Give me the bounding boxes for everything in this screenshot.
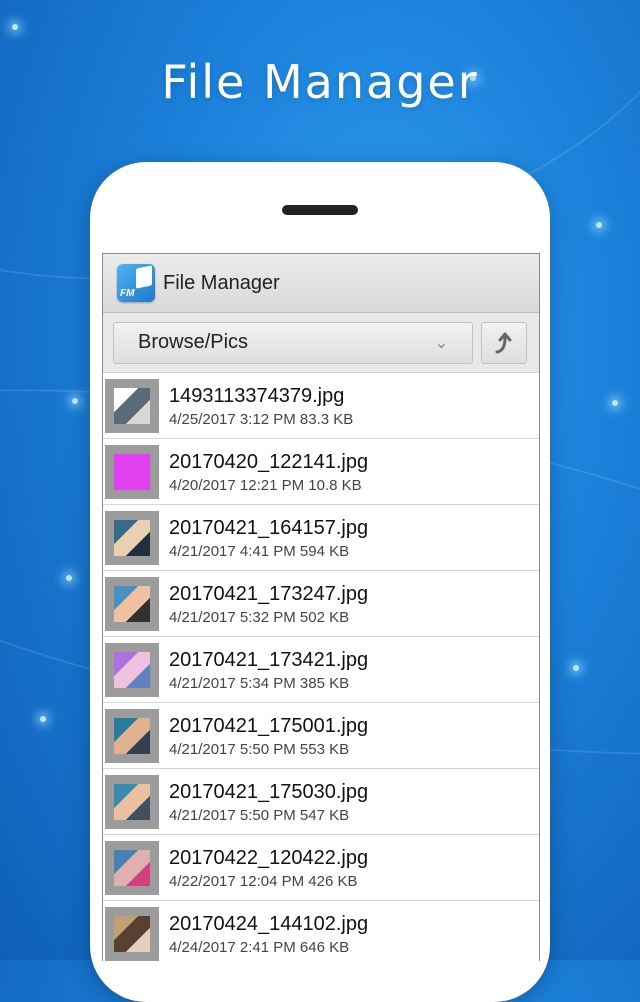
file-meta: 4/21/2017 5:50 PM 553 KB [169,740,350,758]
file-row[interactable]: 20170422_120422.jpg 4/22/2017 12:04 PM 42… [103,835,539,901]
file-name: 20170422_120422.jpg [169,846,369,869]
app-logo-text: FM [120,288,135,299]
file-text: 20170421_175030.jpg 4/21/2017 5:50 PM 547… [169,780,368,824]
file-thumbnail [105,906,159,961]
file-thumbnail [105,840,159,895]
thumbnail-image [114,387,150,424]
path-bar: Browse/Pics ⌄ [103,313,539,373]
app-header: FM File Manager [103,254,539,313]
sparkle [12,24,18,30]
phone-speaker [282,205,358,215]
chevron-down-icon: ⌄ [434,334,448,352]
file-meta: 4/20/2017 12:21 PM 10.8 KB [169,476,362,494]
file-thumbnail [105,444,159,499]
file-thumbnail [105,378,159,433]
file-row[interactable]: 20170421_175030.jpg 4/21/2017 5:50 PM 547… [103,769,539,835]
file-meta: 4/24/2017 2:41 PM 646 KB [169,938,350,956]
thumbnail-image [114,651,150,688]
file-row[interactable]: 20170421_164157.jpg 4/21/2017 4:41 PM 594… [103,505,539,571]
file-name: 20170420_122141.jpg [169,450,369,473]
thumbnail-image [114,453,150,490]
file-row[interactable]: 1493113374379.jpg 4/25/2017 3:12 PM 83.3 … [103,373,539,439]
file-thumbnail [105,708,159,763]
file-name: 1493113374379.jpg [169,384,345,407]
path-dropdown[interactable]: Browse/Pics ⌄ [113,321,473,364]
file-row[interactable]: 20170420_122141.jpg 4/20/2017 12:21 PM 10… [103,439,539,505]
sparkle [612,400,618,406]
file-thumbnail [105,576,159,631]
thumbnail-image [114,915,150,952]
sparkle [72,398,78,404]
current-path-label: Browse/Pics [138,331,249,353]
thumbnail-image [114,717,150,754]
sparkle [40,716,46,722]
file-text: 1493113374379.jpg 4/25/2017 3:12 PM 83.3 … [169,384,353,428]
up-arrow-icon [495,332,512,353]
file-thumbnail [105,510,159,565]
file-name: 20170421_173247.jpg [169,582,369,605]
file-meta: 4/21/2017 5:50 PM 547 KB [169,806,350,824]
sparkle [573,665,579,671]
file-name: 20170421_175001.jpg [169,714,369,737]
file-thumbnail [105,774,159,829]
up-folder-button[interactable] [481,321,527,364]
file-meta: 4/25/2017 3:12 PM 83.3 KB [169,410,354,428]
file-thumbnail [105,642,159,697]
promo-title: File Manager [161,55,479,109]
app-logo-icon: FM [117,264,155,302]
thumbnail-image [114,585,150,622]
file-text: 20170421_173421.jpg 4/21/2017 5:34 PM 385… [169,648,368,692]
sparkle [66,575,72,581]
file-row[interactable]: 20170421_175001.jpg 4/21/2017 5:50 PM 553… [103,703,539,769]
file-name: 20170421_173421.jpg [169,648,369,671]
file-name: 20170421_164157.jpg [169,516,369,539]
file-text: 20170424_144102.jpg 4/24/2017 2:41 PM 646… [169,912,368,956]
thumbnail-image [114,849,150,886]
file-meta: 4/21/2017 5:32 PM 502 KB [169,608,350,626]
file-text: 20170421_175001.jpg 4/21/2017 5:50 PM 553… [169,714,368,758]
file-meta: 4/21/2017 5:34 PM 385 KB [169,674,350,692]
file-row[interactable]: 20170421_173247.jpg 4/21/2017 5:32 PM 502… [103,571,539,637]
thumbnail-image [114,519,150,556]
file-list: 1493113374379.jpg 4/25/2017 3:12 PM 83.3 … [103,373,539,961]
file-name: 20170421_175030.jpg [169,780,369,803]
app-screen: FM File Manager Browse/Pics ⌄ 1493113374… [102,253,540,961]
file-name: 20170424_144102.jpg [169,912,369,935]
file-row[interactable]: 20170424_144102.jpg 4/24/2017 2:41 PM 646… [103,901,539,961]
file-row[interactable]: 20170421_173421.jpg 4/21/2017 5:34 PM 385… [103,637,539,703]
thumbnail-image [114,783,150,820]
file-meta: 4/21/2017 4:41 PM 594 KB [169,542,350,560]
sparkle [596,222,602,228]
file-text: 20170421_164157.jpg 4/21/2017 4:41 PM 594… [169,516,368,560]
file-text: 20170422_120422.jpg 4/22/2017 12:04 PM 42… [169,846,368,890]
file-text: 20170420_122141.jpg 4/20/2017 12:21 PM 10… [169,450,368,494]
file-meta: 4/22/2017 12:04 PM 426 KB [169,872,358,890]
file-text: 20170421_173247.jpg 4/21/2017 5:32 PM 502… [169,582,368,626]
app-title: File Manager [163,271,280,294]
